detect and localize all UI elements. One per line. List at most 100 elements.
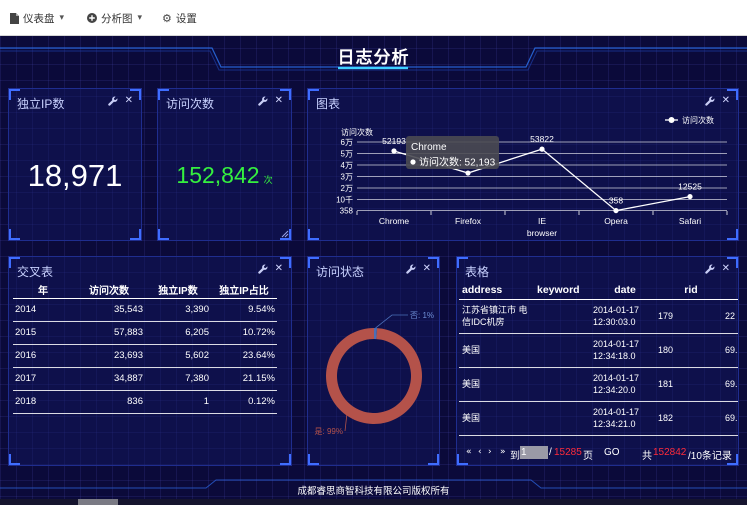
data-table: address keyword date rid 江苏省镇江市 电信IDC机房 …: [459, 281, 738, 436]
panel-tools: ✕: [257, 264, 283, 274]
data-point[interactable]: [391, 148, 397, 154]
page-separator: /: [549, 447, 552, 458]
data-point[interactable]: [613, 207, 619, 214]
chevron-down-icon: ▾: [137, 13, 143, 23]
data-point[interactable]: [687, 193, 693, 200]
pie-leader-line: [375, 314, 408, 329]
table-cell: 2016: [13, 344, 73, 368]
x-tick-label: Chrome: [379, 216, 410, 226]
wrench-icon[interactable]: [704, 96, 715, 106]
panel-title: 独立IP数: [17, 97, 65, 111]
data-point[interactable]: [539, 146, 545, 152]
table-row: 2018 836 1 0.12%: [13, 390, 277, 414]
crosstab-panel: 交叉表 ✕ 年 访问次数 独立IP数 独立IP占比 2014 35,543 3,…: [8, 256, 292, 466]
table-cell: 3,390: [145, 298, 211, 322]
y-tick-label: 10千: [336, 195, 353, 205]
close-icon[interactable]: ✕: [722, 96, 730, 106]
legend-marker[interactable]: [668, 117, 675, 123]
table-cell: 179: [657, 299, 725, 334]
table-cell: 2015: [13, 321, 73, 345]
go-button[interactable]: GO: [604, 447, 620, 458]
x-tick-label: Safari: [679, 216, 701, 226]
wrench-icon[interactable]: [704, 264, 715, 274]
chart-plus-icon: [87, 13, 97, 23]
panel-tools: ✕: [704, 264, 730, 274]
nav-settings-menu[interactable]: ⚙ 设置: [162, 11, 197, 25]
horizontal-scrollbar[interactable]: [0, 499, 747, 505]
column-header[interactable]: 独立IP占比: [211, 281, 277, 299]
data-point[interactable]: [465, 170, 471, 176]
data-label: 52193: [382, 136, 406, 146]
data-label: 53822: [530, 134, 554, 144]
nav-analysis-menu[interactable]: 分析图 ▾: [87, 11, 142, 25]
close-icon[interactable]: ✕: [722, 264, 730, 274]
table-cell: 23,693: [73, 344, 145, 368]
table-cell: 69.: [725, 367, 738, 402]
nav-dashboard-label: 仪表盘: [23, 12, 55, 25]
resize-grip-icon[interactable]: [281, 230, 289, 238]
table-cell: 2014-01-17 12:30:03.0: [593, 299, 657, 334]
column-header-date[interactable]: date: [593, 281, 657, 300]
first-page-button[interactable]: «: [466, 447, 472, 457]
column-header-address[interactable]: address: [459, 281, 535, 300]
tooltip-value: 访问次数: 52,193: [419, 156, 496, 169]
column-header[interactable]: [725, 281, 738, 300]
x-tick-label: Opera: [604, 216, 628, 226]
table-cell: 江苏省镇江市 电信IDC机房: [459, 299, 535, 334]
pie-slice[interactable]: [326, 328, 422, 424]
page-number-input[interactable]: 1: [520, 446, 548, 459]
close-icon[interactable]: ✕: [423, 264, 431, 274]
table-cell: 2014-01-17 12:34:18.0: [593, 333, 657, 368]
table-cell: 5,602: [145, 344, 211, 368]
tooltip-marker: [410, 159, 416, 165]
table-cell: 2014-01-17 12:34:21.0: [593, 401, 657, 436]
pie-leader-line: [344, 412, 348, 432]
table-row: 2014 35,543 3,390 9.54%: [13, 298, 277, 322]
panel-title: 表格: [465, 265, 490, 279]
prev-page-button[interactable]: ‹: [478, 447, 482, 457]
next-page-button[interactable]: ›: [488, 447, 492, 457]
total-pages: 15285: [554, 447, 582, 458]
column-header[interactable]: 独立IP数: [145, 281, 211, 299]
total-records: 152842: [653, 447, 687, 458]
table-cell: 9.54%: [211, 298, 277, 322]
panel-tools: ✕: [257, 96, 283, 106]
last-page-button[interactable]: »: [500, 447, 506, 457]
data-table-scroll[interactable]: address keyword date rid 江苏省镇江市 电信IDC机房 …: [459, 281, 738, 437]
crosstab-table: 年 访问次数 独立IP数 独立IP占比 2014 35,543 3,390 9.…: [13, 281, 277, 414]
close-icon[interactable]: ✕: [125, 96, 133, 106]
table-row[interactable]: 美国 2014-01-17 12:34:21.0 182 69.: [459, 401, 738, 436]
panel-title: 图表: [316, 97, 341, 111]
pie-label: 否: 1%: [410, 311, 434, 320]
table-cell: 0.12%: [211, 390, 277, 414]
unique-ip-panel: 独立IP数 ✕ 18,971: [8, 88, 142, 241]
table-cell: 69.: [725, 333, 738, 368]
column-header-keyword[interactable]: keyword: [535, 281, 593, 300]
wrench-icon[interactable]: [257, 264, 268, 274]
nav-dashboard-menu[interactable]: 仪表盘 ▾: [10, 11, 64, 25]
table-cell: 34,887: [73, 367, 145, 391]
column-header-rid[interactable]: rid: [657, 281, 725, 300]
table-cell: [535, 333, 593, 368]
y-tick-label: 358: [340, 207, 354, 216]
panel-title: 访问次数: [166, 97, 215, 111]
scrollbar-thumb[interactable]: [78, 499, 118, 505]
table-header-row: address keyword date rid: [459, 281, 738, 300]
donut-chart: 否: 1% 是: 99%: [315, 311, 434, 436]
chart-panel: 358 10千 2万 3万 4万 5万 6万 Chrome Firefox IE Opera Safa…: [307, 88, 739, 241]
table-cell: 180: [657, 333, 725, 368]
wrench-icon[interactable]: [405, 264, 416, 274]
table-row[interactable]: 美国 2014-01-17 12:34:20.0 181 69.: [459, 367, 738, 402]
wrench-icon[interactable]: [257, 96, 268, 106]
column-header[interactable]: 年: [13, 281, 73, 299]
wrench-icon[interactable]: [107, 96, 118, 106]
close-icon[interactable]: ✕: [275, 96, 283, 106]
table-cell: [535, 367, 593, 402]
legend-label[interactable]: 访问次数: [682, 115, 714, 125]
visits-value-group: 152,842 次: [158, 162, 291, 189]
table-row[interactable]: 美国 2014-01-17 12:34:18.0 180 69.: [459, 333, 738, 368]
table-row[interactable]: 江苏省镇江市 电信IDC机房 2014-01-17 12:30:03.0 179…: [459, 299, 738, 334]
table-cell: 23.64%: [211, 344, 277, 368]
close-icon[interactable]: ✕: [275, 264, 283, 274]
column-header[interactable]: 访问次数: [73, 281, 145, 299]
